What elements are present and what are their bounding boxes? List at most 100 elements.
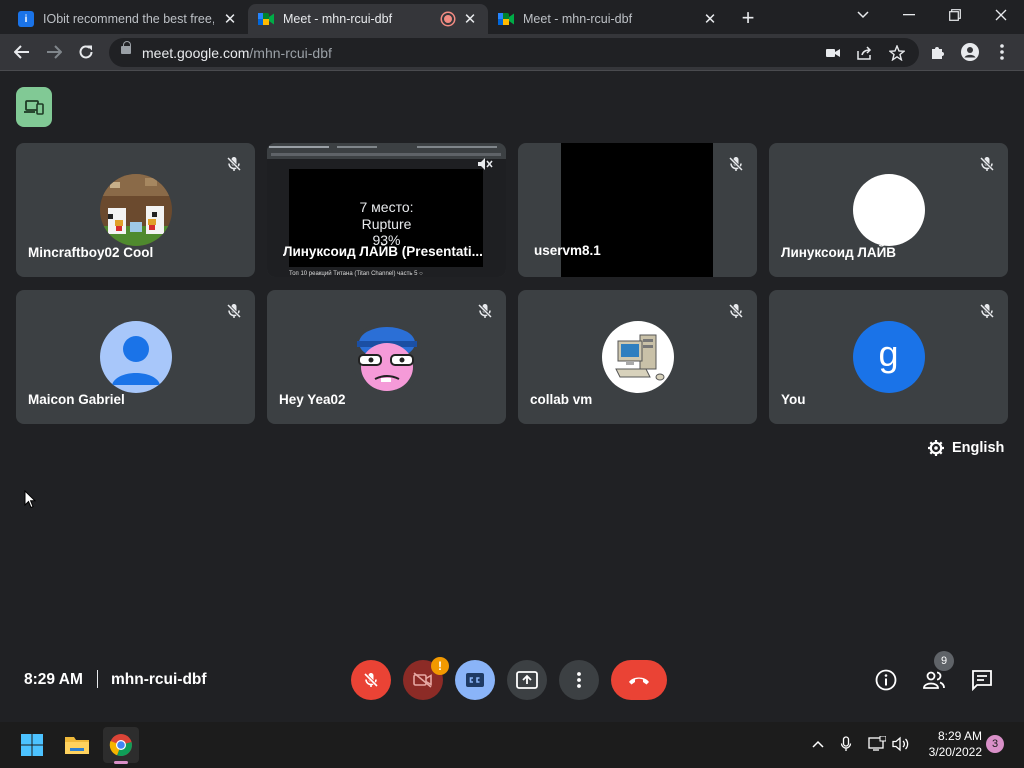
- notification-badge[interactable]: 3: [986, 735, 1004, 753]
- people-icon: [923, 671, 945, 689]
- back-button[interactable]: [8, 38, 36, 66]
- iobit-icon: i: [18, 11, 34, 27]
- active-app-indicator: [114, 761, 128, 764]
- address-bar[interactable]: meet.google.com/mhn-rcui-dbf: [109, 38, 919, 67]
- leave-call-button[interactable]: [611, 660, 667, 700]
- chrome-taskbar-button[interactable]: [103, 727, 139, 763]
- participant-tile[interactable]: Mincraftboy02 Cool: [16, 143, 255, 277]
- devices-icon: [24, 100, 44, 115]
- profile-avatar-icon[interactable]: [956, 38, 984, 66]
- present-now-button[interactable]: [507, 660, 547, 700]
- microphone-tray-icon[interactable]: [837, 734, 855, 754]
- meeting-details-button[interactable]: [874, 668, 898, 692]
- url-text: meet.google.com/mhn-rcui-dbf: [142, 45, 332, 61]
- shared-screen-toolbar: [267, 143, 506, 159]
- google-meet-icon: [498, 11, 514, 27]
- presentation-line: Rupture: [361, 215, 412, 232]
- new-tab-button[interactable]: +: [735, 6, 761, 32]
- default-person-avatar: [99, 321, 172, 393]
- caption-language-button[interactable]: English: [928, 439, 1004, 457]
- recording-indicator-icon: [442, 13, 454, 25]
- file-explorer-button[interactable]: [59, 727, 95, 763]
- tab-title: Meet - mhn-rcui-dbf: [283, 12, 393, 26]
- present-screen-icon: [516, 671, 538, 689]
- network-icon[interactable]: [868, 734, 886, 754]
- participant-name: Линуксоид ЛАЙВ (Presentati...: [283, 244, 483, 259]
- presentation-tile[interactable]: 7 место: Rupture 93% Топ 10 реакций Тита…: [267, 143, 506, 277]
- camera-in-use-icon[interactable]: [824, 44, 842, 62]
- restore-window-button[interactable]: [932, 0, 978, 30]
- folder-icon: [65, 737, 89, 754]
- muted-speaker-icon: [478, 158, 493, 170]
- muted-microphone-icon: [979, 303, 995, 319]
- participant-tile[interactable]: Maicon Gabriel: [16, 290, 255, 424]
- minecraft-chickens-photo-avatar: [99, 174, 172, 246]
- taskbar-date: 3/20/2022: [928, 745, 982, 759]
- tab-close-icon[interactable]: ✕: [222, 11, 238, 28]
- google-meet-icon: [258, 11, 274, 27]
- taskbar-clock[interactable]: 8:29 AM 3/20/2022: [918, 728, 982, 760]
- windows-logo-icon: [21, 734, 43, 756]
- computer-clipart-avatar: [601, 321, 674, 393]
- reload-button[interactable]: [72, 38, 100, 66]
- start-button[interactable]: [14, 727, 50, 763]
- info-icon: [875, 669, 897, 691]
- participant-count-badge: 9: [934, 651, 954, 671]
- chrome-icon: [109, 734, 132, 757]
- participant-tile[interactable]: collab vm: [518, 290, 757, 424]
- closed-captions-icon: [466, 673, 484, 687]
- tab-close-icon[interactable]: ✕: [462, 11, 478, 28]
- participant-name: Mincraftboy02 Cool: [28, 245, 154, 260]
- more-options-button[interactable]: [559, 660, 599, 700]
- participant-name: Hey Yea02: [279, 392, 346, 407]
- meeting-code: mhn-rcui-dbf: [111, 671, 207, 688]
- show-hidden-icons-chevron-icon[interactable]: [809, 734, 827, 754]
- muted-microphone-icon: [226, 303, 242, 319]
- toggle-microphone-button[interactable]: [351, 660, 391, 700]
- participant-tile[interactable]: Hey Yea02: [267, 290, 506, 424]
- people-button[interactable]: [922, 668, 946, 692]
- tab-title: Meet - mhn-rcui-dbf: [523, 12, 633, 26]
- presentation-caption: Топ 10 реакций Титана (Titan Channel) ча…: [289, 271, 423, 277]
- camera-warning-badge: !: [431, 657, 449, 675]
- forward-button[interactable]: [40, 38, 68, 66]
- extensions-puzzle-icon[interactable]: [924, 38, 952, 66]
- participant-tile[interactable]: uservm8.1: [518, 143, 757, 277]
- camera-off-icon: [413, 672, 432, 688]
- muted-microphone-icon: [477, 303, 493, 319]
- tab-close-icon[interactable]: ✕: [702, 11, 718, 28]
- share-icon[interactable]: [856, 44, 874, 62]
- divider: [97, 670, 98, 688]
- chat-button[interactable]: [970, 668, 994, 692]
- volume-icon[interactable]: [892, 734, 910, 754]
- toggle-captions-button[interactable]: [455, 660, 495, 700]
- more-vert-icon: [577, 672, 581, 688]
- close-window-button[interactable]: [978, 0, 1024, 30]
- hang-up-phone-icon: [629, 677, 649, 685]
- browser-tab-iobit[interactable]: i IObit recommend the best free, f ✕: [8, 4, 248, 34]
- tab-search-chevron-icon[interactable]: [840, 0, 886, 30]
- browser-tab-meet[interactable]: Meet - mhn-rcui-dbf ✕: [488, 4, 728, 34]
- participant-tile[interactable]: Линуксоид ЛАЙВ: [769, 143, 1008, 277]
- browser-tab-strip: i IObit recommend the best free, f ✕ Mee…: [0, 0, 1024, 34]
- lock-icon[interactable]: [121, 41, 131, 54]
- minimize-window-button[interactable]: [886, 0, 932, 30]
- cartoon-character-avatar: [350, 321, 423, 393]
- taskbar-time: 8:29 AM: [937, 729, 982, 743]
- muted-microphone-icon: [979, 156, 995, 172]
- participant-tile-self[interactable]: g You: [769, 290, 1008, 424]
- participant-name: collab vm: [530, 392, 593, 407]
- microphone-off-icon: [363, 672, 379, 688]
- browser-menu-icon[interactable]: [988, 38, 1016, 66]
- participant-name: Линуксоид ЛАЙВ: [781, 245, 897, 260]
- muted-microphone-icon: [728, 156, 744, 172]
- presentation-line: 7 место:: [359, 199, 414, 215]
- presenting-devices-button[interactable]: [16, 87, 52, 127]
- bookmark-star-icon[interactable]: [888, 44, 906, 62]
- participant-name: uservm8.1: [534, 243, 601, 258]
- muted-microphone-icon: [728, 303, 744, 319]
- browser-tab-meet-active[interactable]: Meet - mhn-rcui-dbf ✕: [248, 4, 488, 34]
- tab-title: IObit recommend the best free, f: [43, 12, 214, 26]
- muted-microphone-icon: [226, 156, 242, 172]
- avatar-letter: g: [878, 333, 899, 374]
